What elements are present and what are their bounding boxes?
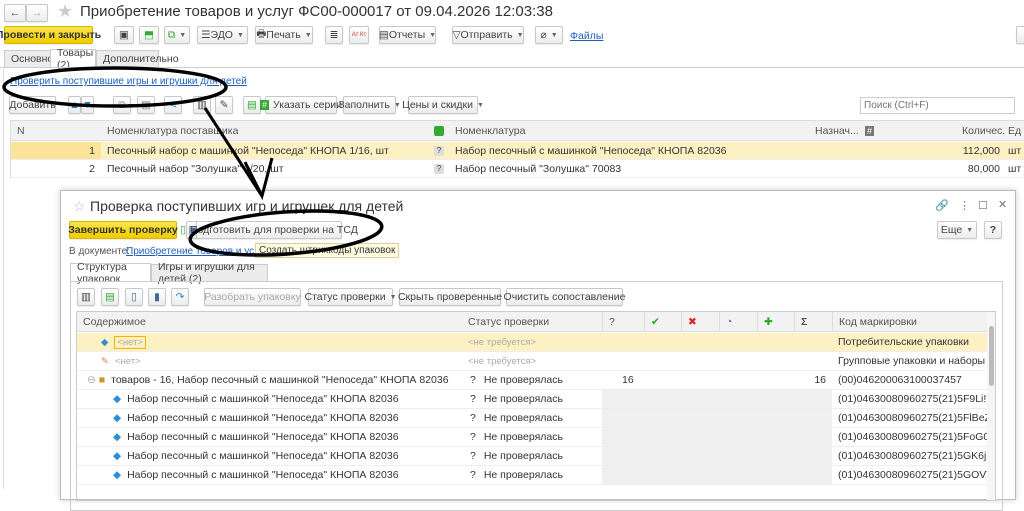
annotation-arrow — [203, 107, 274, 201]
annotation-overlay — [2, 66, 384, 257]
annotation-ellipse-link — [2, 66, 228, 108]
annotation-ellipse-prepare — [188, 209, 384, 257]
